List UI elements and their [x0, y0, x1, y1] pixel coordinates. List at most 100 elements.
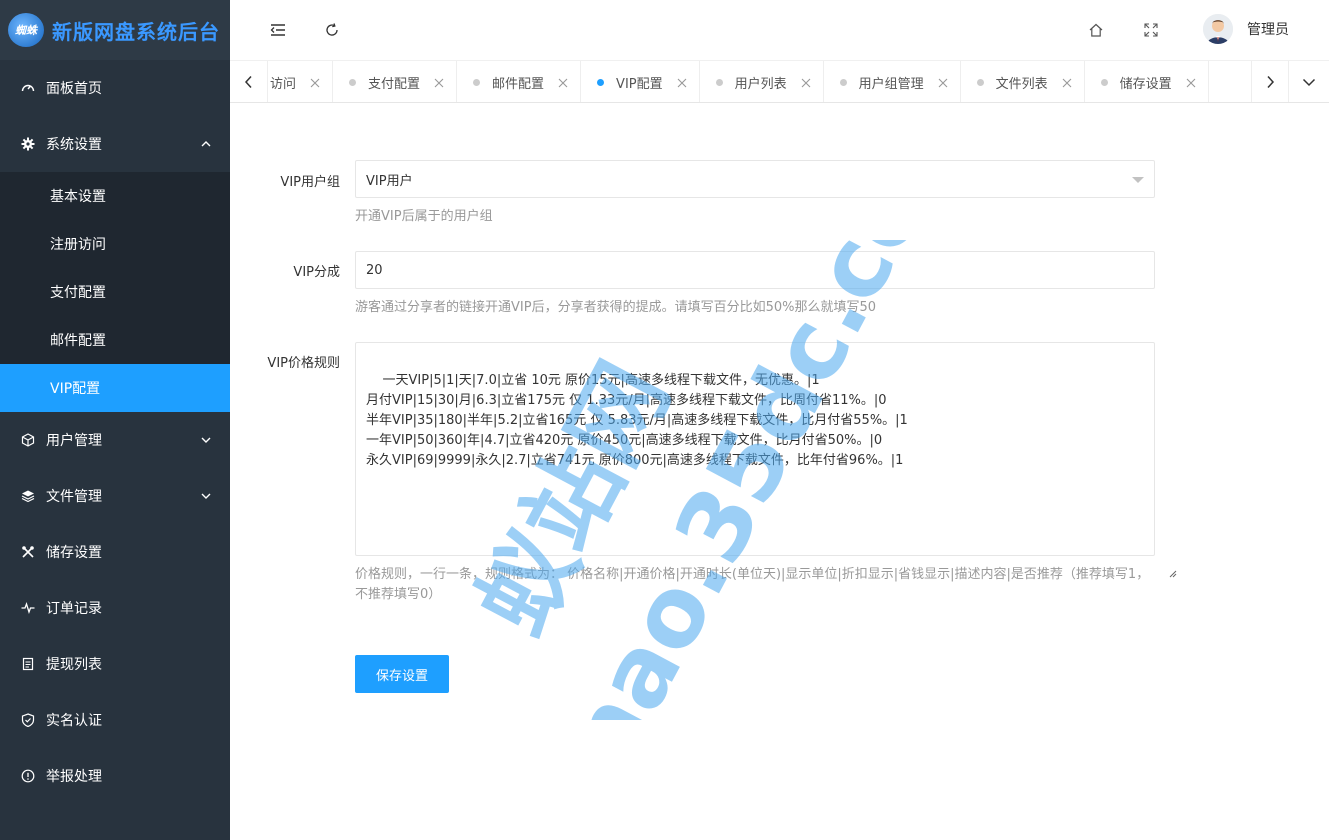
- tab-item[interactable]: 访问: [268, 61, 334, 102]
- menu-item-home[interactable]: 面板首页: [0, 60, 230, 116]
- menu-item-settings[interactable]: 系统设置: [0, 116, 230, 172]
- menu-item-files[interactable]: 文件管理: [0, 468, 230, 524]
- tab-label: VIP配置: [616, 76, 663, 92]
- sidebar: 蜘蛛 新版网盘系统后台 面板首页 系统设置 基本设置 注册访问 支付配置 邮件配…: [0, 0, 230, 840]
- vip-group-hint: 开通VIP后属于的用户组: [355, 209, 493, 224]
- menu-label: 提现列表: [46, 657, 102, 673]
- tab-label: 文件列表: [995, 76, 1048, 92]
- tab-label: 访问: [270, 76, 297, 92]
- vip-rules-hint: 价格规则，一行一条，规则格式为： 价格名称|开通价格|开通时长(单位天)|显示单…: [355, 567, 1150, 602]
- tab-item[interactable]: VIP配置: [581, 61, 700, 102]
- menu-label: 面板首页: [46, 81, 102, 97]
- menu-item-users[interactable]: 用户管理: [0, 412, 230, 468]
- menu-item-storage[interactable]: 储存设置: [0, 524, 230, 580]
- chevron-down-icon: [200, 490, 212, 502]
- menu-label: 储存设置: [46, 545, 102, 561]
- user-menu[interactable]: 管理员: [1203, 14, 1289, 44]
- close-icon[interactable]: [310, 77, 320, 88]
- avatar: [1203, 14, 1233, 44]
- tab-dot-icon: [1100, 78, 1108, 86]
- home-icon[interactable]: [1084, 18, 1108, 42]
- tab-dot-icon: [715, 78, 723, 86]
- tabs: 访问 支付配置 邮件配置 VIP配置 用户列表 用户组管理 文件列表 储存设置: [268, 61, 1209, 102]
- tab-scroll-right-icon[interactable]: [1251, 61, 1289, 102]
- app-title: 新版网盘系统后台: [52, 19, 220, 44]
- tab-item[interactable]: 文件列表: [961, 61, 1085, 102]
- user-name: 管理员: [1247, 22, 1289, 38]
- caret-down-icon: [1132, 177, 1144, 183]
- tab-label: 储存设置: [1119, 76, 1172, 92]
- pulse-icon: [20, 600, 36, 616]
- tab-item[interactable]: 支付配置: [333, 61, 458, 102]
- cube-icon: [20, 432, 36, 448]
- close-icon[interactable]: [801, 77, 811, 88]
- gear-icon: [20, 136, 36, 152]
- tab-item[interactable]: 邮件配置: [457, 61, 582, 102]
- clipboard-icon: [20, 656, 36, 672]
- fullscreen-icon[interactable]: [1139, 18, 1163, 42]
- tab-label: 邮件配置: [492, 76, 545, 92]
- tab-label: 支付配置: [368, 76, 421, 92]
- close-icon[interactable]: [434, 77, 444, 88]
- chevron-up-icon: [200, 138, 212, 150]
- menu-label: 举报处理: [46, 769, 102, 785]
- vip-rules-label: VIP价格规则: [267, 356, 340, 371]
- vip-group-select[interactable]: VIP用户: [355, 160, 1155, 198]
- vip-share-value: 20: [366, 262, 383, 278]
- menu-item-orders[interactable]: 订单记录: [0, 580, 230, 636]
- tab-scroll-left-icon[interactable]: [230, 61, 268, 102]
- logo[interactable]: 蜘蛛 新版网盘系统后台: [0, 0, 230, 60]
- vip-share-input[interactable]: 20: [355, 251, 1155, 289]
- tab-label: 用户列表: [734, 76, 787, 92]
- submenu-item-vip[interactable]: VIP配置: [0, 364, 230, 412]
- menu-label: 系统设置: [46, 137, 102, 153]
- tab-item[interactable]: 储存设置: [1085, 61, 1209, 102]
- shield-icon: [20, 712, 36, 728]
- dashboard-icon: [20, 80, 36, 96]
- tab-dot-icon: [349, 78, 357, 86]
- logo-icon: 蜘蛛: [8, 13, 44, 47]
- menu-label: 订单记录: [46, 601, 102, 617]
- tab-dot-icon: [597, 78, 605, 86]
- save-button[interactable]: 保存设置: [355, 655, 449, 693]
- tab-dot-icon: [976, 78, 984, 86]
- collapse-menu-icon[interactable]: [266, 18, 290, 42]
- menu-label: 文件管理: [46, 489, 102, 505]
- vip-group-value: VIP用户: [366, 173, 413, 189]
- chevron-down-icon: [200, 434, 212, 446]
- close-icon[interactable]: [938, 77, 948, 88]
- submenu-item-basic[interactable]: 基本设置: [0, 172, 230, 220]
- menu-item-withdraw[interactable]: 提现列表: [0, 636, 230, 692]
- close-icon[interactable]: [558, 77, 568, 88]
- vip-rules-textarea[interactable]: 一天VIP|5|1|天|7.0|立省 10元 原价15元|高速多线程下载文件，无…: [355, 342, 1177, 578]
- tab-item[interactable]: 用户组管理: [824, 61, 961, 102]
- tools-icon: [20, 544, 36, 560]
- top-header: 管理员: [230, 0, 1329, 61]
- tab-dot-icon: [839, 78, 847, 86]
- vip-settings-form: VIP用户组 VIP用户 开通VIP后属于的用户组 VIP分成 20 游客通过分…: [230, 103, 1329, 840]
- close-icon[interactable]: [1186, 77, 1196, 88]
- tab-bar: 访问 支付配置 邮件配置 VIP配置 用户列表 用户组管理 文件列表 储存设置: [230, 61, 1329, 103]
- menu-item-report[interactable]: 举报处理: [0, 748, 230, 804]
- menu-item-verify[interactable]: 实名认证: [0, 692, 230, 748]
- vip-rules-value: 一天VIP|5|1|天|7.0|立省 10元 原价15元|高速多线程下载文件，无…: [366, 373, 908, 468]
- vip-group-label: VIP用户组: [280, 175, 340, 190]
- submenu-item-email[interactable]: 邮件配置: [0, 316, 230, 364]
- submenu-item-register[interactable]: 注册访问: [0, 220, 230, 268]
- menu-label: 实名认证: [46, 713, 102, 729]
- tab-menu-chevron-down-icon[interactable]: [1289, 61, 1329, 102]
- tab-label: 用户组管理: [858, 76, 924, 92]
- vip-share-label: VIP分成: [293, 265, 340, 280]
- vip-share-hint: 游客通过分享者的链接开通VIP后，分享者获得的提成。请填写百分比如50%那么就填…: [355, 300, 877, 315]
- layers-icon: [20, 488, 36, 504]
- info-icon: [20, 768, 36, 784]
- resize-handle-icon[interactable]: [1144, 545, 1177, 578]
- submenu-item-payment[interactable]: 支付配置: [0, 268, 230, 316]
- tab-item[interactable]: 用户列表: [700, 61, 824, 102]
- close-icon[interactable]: [677, 77, 687, 88]
- menu-label: 用户管理: [46, 433, 102, 449]
- settings-submenu: 基本设置 注册访问 支付配置 邮件配置 VIP配置: [0, 172, 230, 412]
- refresh-icon[interactable]: [320, 18, 344, 42]
- tab-dot-icon: [473, 78, 481, 86]
- close-icon[interactable]: [1062, 77, 1072, 88]
